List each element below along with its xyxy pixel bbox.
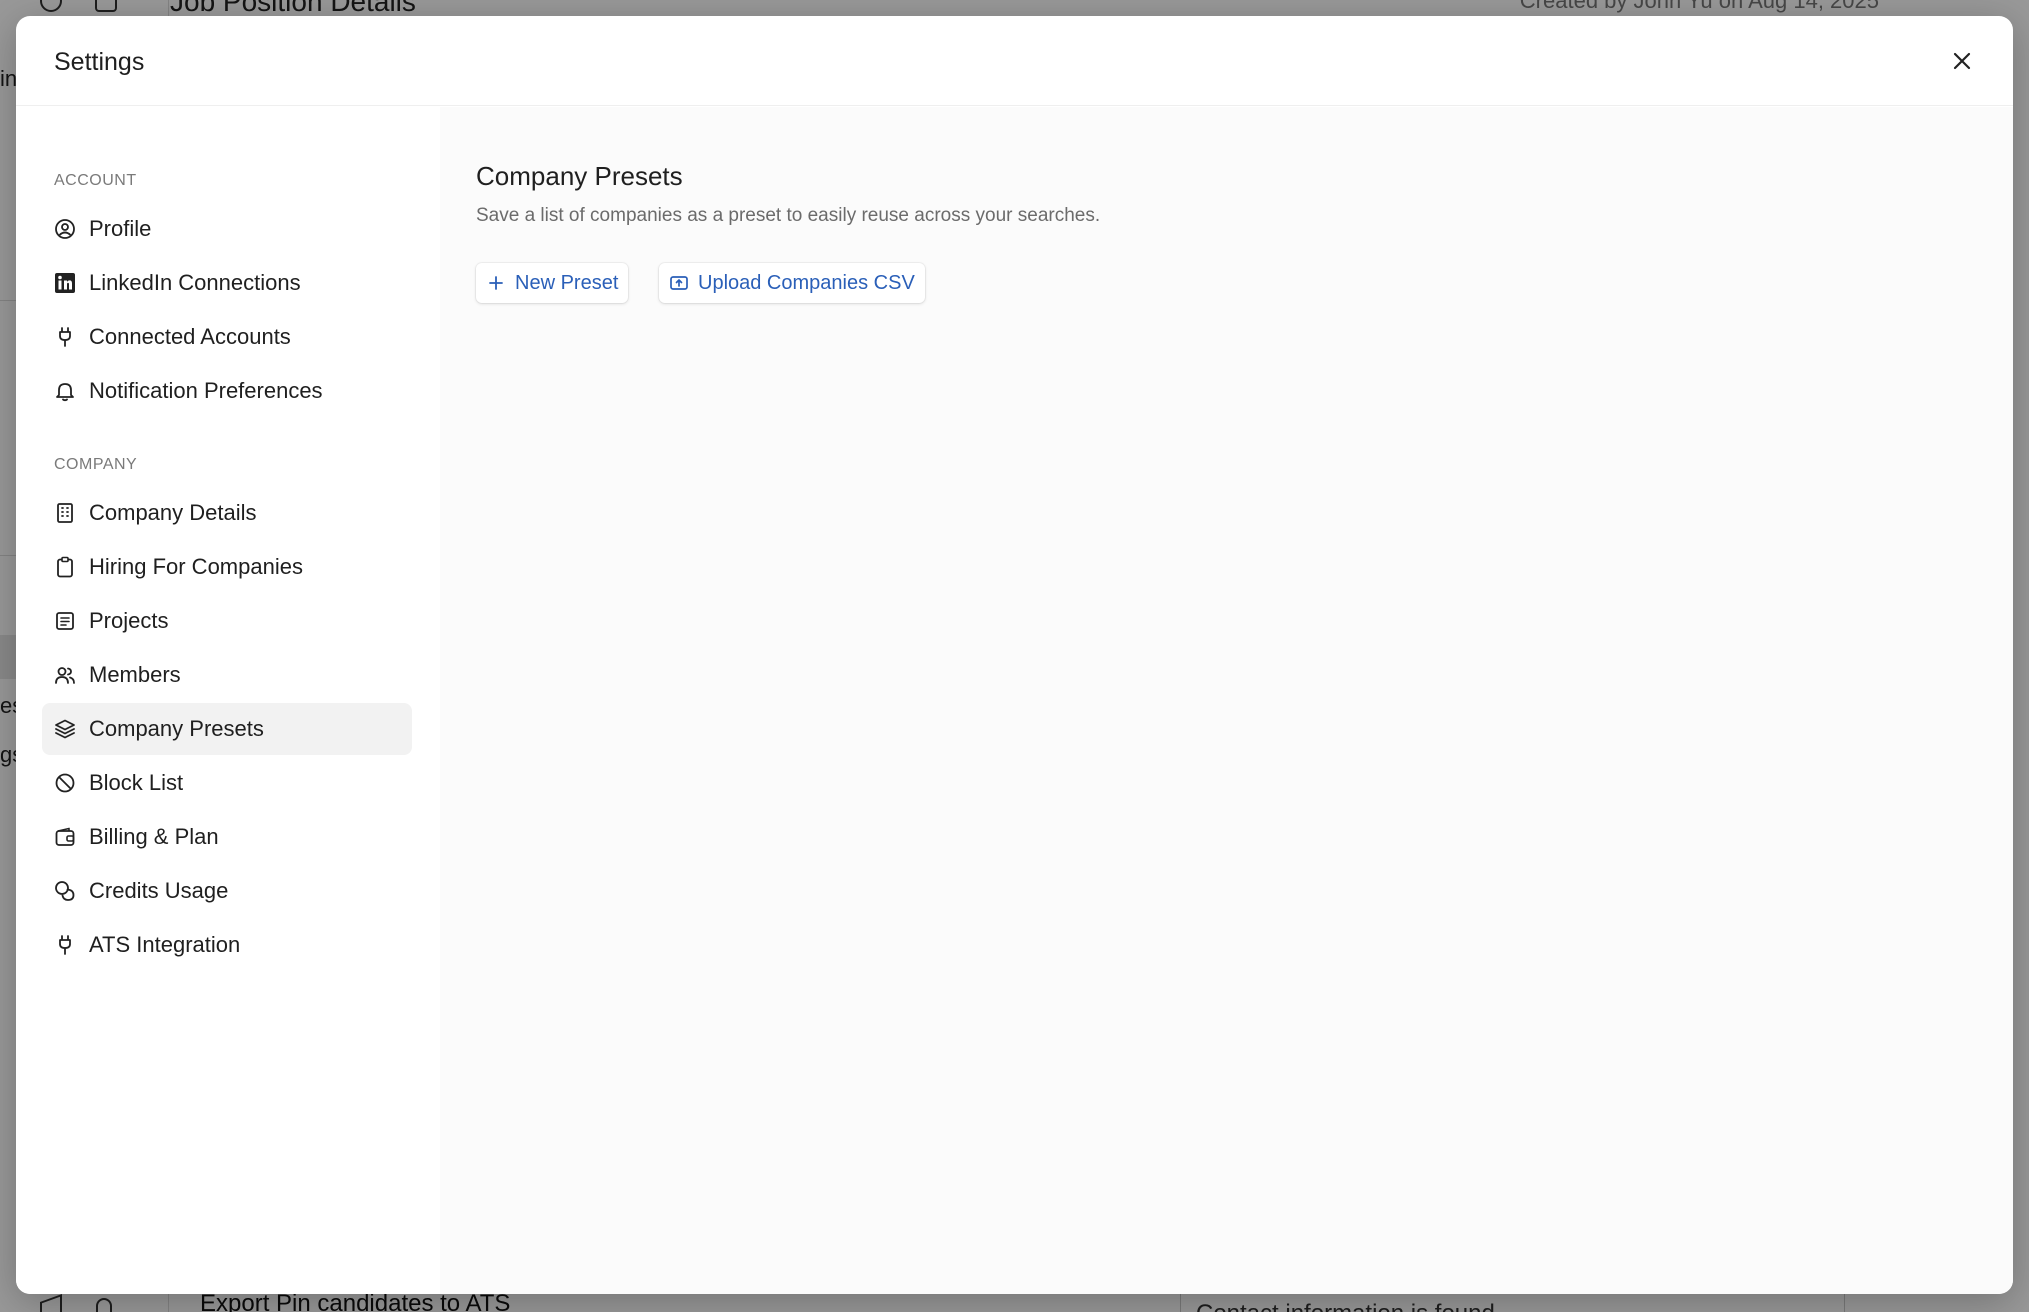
page-title: Company Presets <box>476 161 683 191</box>
sidebar-item-label: Members <box>89 662 181 687</box>
sidebar-item-notification-preferences[interactable]: Notification Preferences <box>42 365 412 417</box>
sidebar-item-profile[interactable]: Profile <box>42 203 412 255</box>
sidebar-item-label: Credits Usage <box>89 878 229 903</box>
close-button[interactable] <box>1945 46 1979 80</box>
linkedin-icon <box>54 272 76 294</box>
coins-icon <box>54 880 76 902</box>
plug-icon <box>54 934 76 956</box>
sidebar-item-label: ATS Integration <box>89 932 241 957</box>
plus-icon <box>486 273 506 293</box>
new-preset-button[interactable]: New Preset <box>476 263 629 303</box>
users-icon <box>54 664 76 686</box>
clipboard-icon <box>54 556 76 578</box>
settings-content: Company Presets Save a list of companies… <box>440 107 2013 1294</box>
sidebar-item-label: Profile <box>89 216 152 241</box>
sidebar-item-block-list[interactable]: Block List <box>42 757 412 809</box>
sidebar-item-hiring-for-companies[interactable]: Hiring For Companies <box>42 541 412 593</box>
section-label-company: COMPANY <box>54 456 138 473</box>
page-description: Save a list of companies as a preset to … <box>476 205 1101 226</box>
plug-icon <box>54 326 76 348</box>
sidebar-item-label: Block List <box>89 770 184 795</box>
sidebar-item-linkedin-connections[interactable]: LinkedIn Connections <box>42 257 412 309</box>
sidebar-item-company-presets[interactable]: Company Presets <box>42 703 412 755</box>
sidebar-item-projects[interactable]: Projects <box>42 595 412 647</box>
sidebar-item-members[interactable]: Members <box>42 649 412 701</box>
ban-icon <box>54 772 76 794</box>
settings-modal: Settings ACCOUNT Profile LinkedIn Connec… <box>16 16 2013 1294</box>
wallet-icon <box>54 826 76 848</box>
sidebar-item-label: Projects <box>89 608 169 633</box>
settings-sidebar: ACCOUNT Profile LinkedIn Connections Con… <box>16 107 440 1294</box>
sidebar-item-label: Hiring For Companies <box>89 554 303 579</box>
upload-companies-csv-label: Upload Companies CSV <box>698 271 915 294</box>
sidebar-item-label: Notification Preferences <box>89 378 323 403</box>
sidebar-item-connected-accounts[interactable]: Connected Accounts <box>42 311 412 363</box>
new-preset-label: New Preset <box>515 271 619 294</box>
close-icon <box>1952 51 1972 76</box>
sidebar-item-label: Connected Accounts <box>89 324 291 349</box>
section-label-account: ACCOUNT <box>54 172 137 189</box>
sidebar-item-ats-integration[interactable]: ATS Integration <box>42 919 412 971</box>
sidebar-item-label: LinkedIn Connections <box>89 270 301 295</box>
upload-companies-csv-button[interactable]: Upload Companies CSV <box>659 263 925 303</box>
sidebar-item-billing-plan[interactable]: Billing & Plan <box>42 811 412 863</box>
modal-header: Settings <box>16 16 2013 106</box>
sidebar-item-credits-usage[interactable]: Credits Usage <box>42 865 412 917</box>
sidebar-item-label: Company Presets <box>89 716 264 741</box>
layers-icon <box>54 718 76 740</box>
upload-icon <box>669 273 689 293</box>
sidebar-item-label: Company Details <box>89 500 257 525</box>
user-circle-icon <box>54 218 76 240</box>
sidebar-item-company-details[interactable]: Company Details <box>42 487 412 539</box>
list-icon <box>54 610 76 632</box>
building-icon <box>54 502 76 524</box>
sidebar-item-label: Billing & Plan <box>89 824 219 849</box>
modal-title: Settings <box>54 48 145 76</box>
bell-icon <box>54 380 76 402</box>
